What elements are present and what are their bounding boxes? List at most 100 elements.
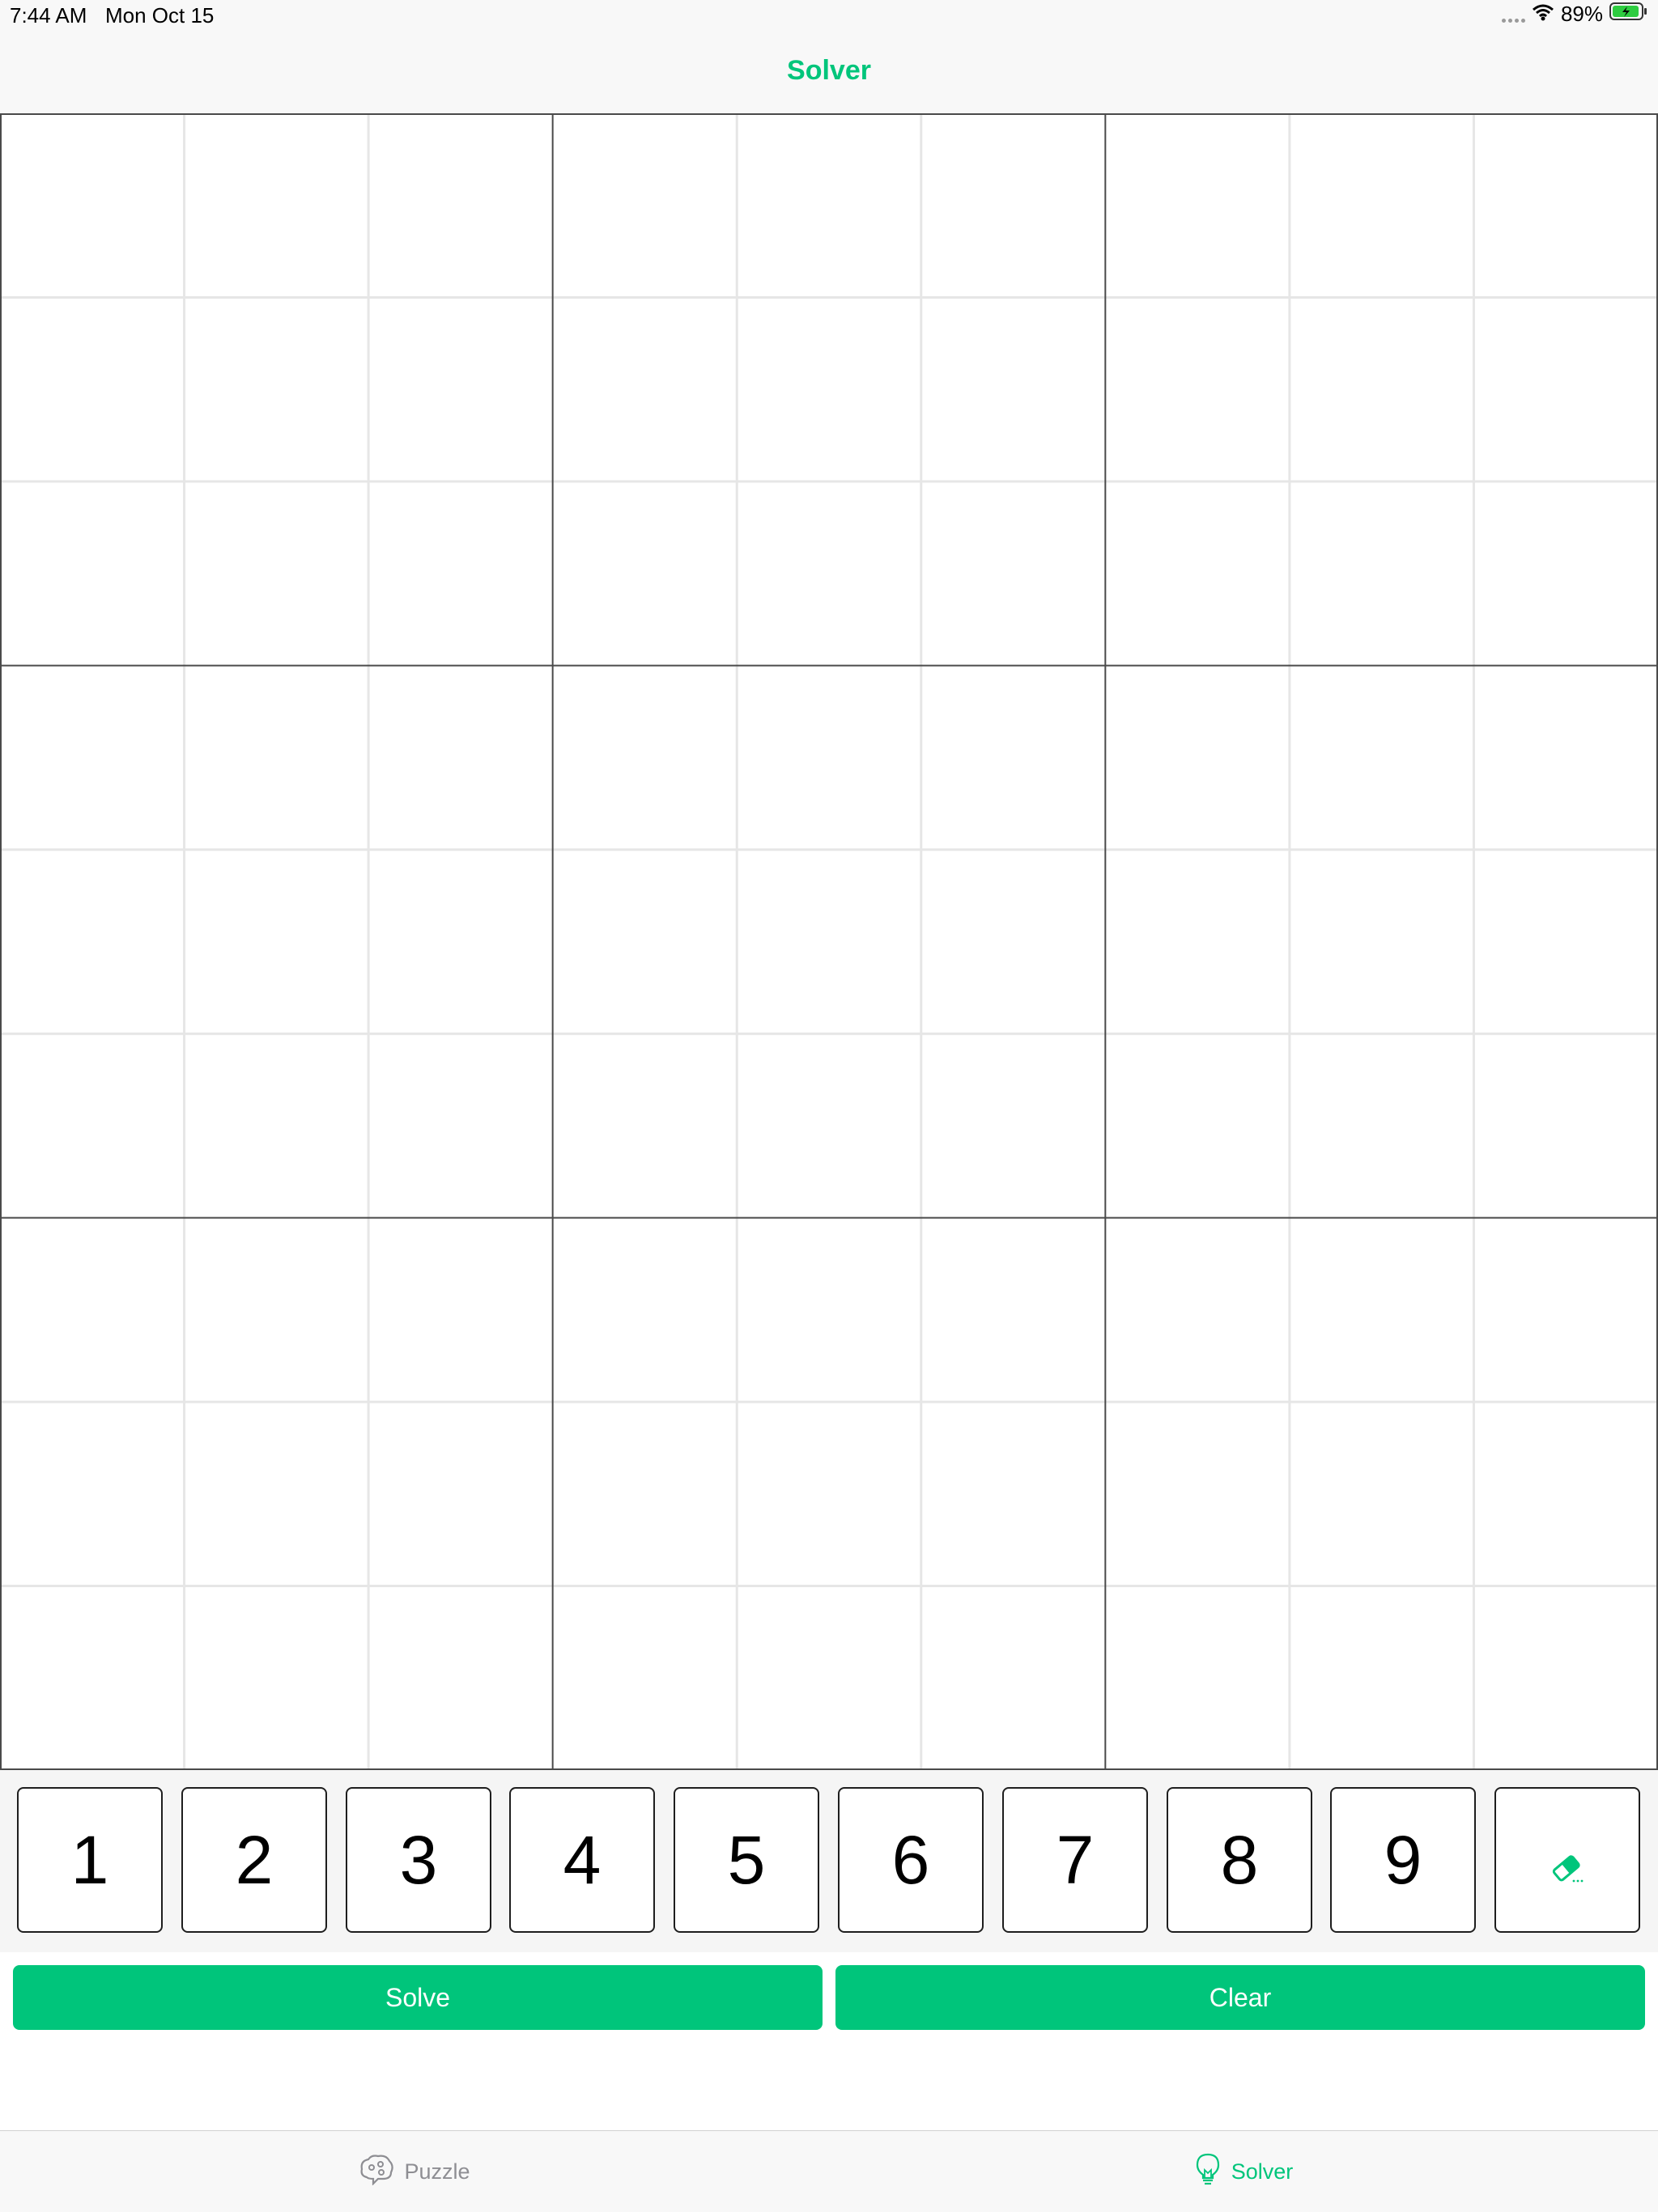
sudoku-cell[interactable] (1289, 113, 1474, 298)
sudoku-cell[interactable] (920, 297, 1106, 482)
key-2[interactable]: 2 (181, 1787, 327, 1933)
sudoku-cell[interactable] (920, 481, 1106, 666)
solve-button[interactable]: Solve (13, 1965, 823, 2030)
sudoku-cell[interactable] (920, 113, 1106, 298)
key-7[interactable]: 7 (1002, 1787, 1148, 1933)
sudoku-cell[interactable] (0, 1402, 185, 1586)
sudoku-cell[interactable] (1473, 1217, 1658, 1403)
sudoku-cell[interactable] (737, 1402, 921, 1586)
lightbulb-icon (1194, 2152, 1222, 2192)
sudoku-cell[interactable] (1289, 297, 1474, 482)
sudoku-cell[interactable] (184, 665, 369, 850)
tab-puzzle[interactable]: Puzzle (0, 2131, 829, 2212)
key-9[interactable]: 9 (1330, 1787, 1476, 1933)
sudoku-cell[interactable] (920, 1217, 1106, 1403)
sudoku-cell[interactable] (184, 1586, 369, 1770)
sudoku-cell[interactable] (552, 113, 738, 298)
sudoku-cell[interactable] (552, 665, 738, 850)
sudoku-cell[interactable] (737, 1586, 921, 1770)
sudoku-cell[interactable] (552, 1034, 738, 1218)
sudoku-cell[interactable] (1289, 481, 1474, 666)
sudoku-cell[interactable] (368, 297, 553, 482)
sudoku-cell[interactable] (184, 1217, 369, 1403)
sudoku-cell[interactable] (1105, 1586, 1290, 1770)
sudoku-cell[interactable] (1105, 297, 1290, 482)
key-5[interactable]: 5 (674, 1787, 819, 1933)
sudoku-cell[interactable] (368, 849, 553, 1034)
sudoku-cell[interactable] (552, 1217, 738, 1403)
sudoku-cell[interactable] (1105, 849, 1290, 1034)
sudoku-cell[interactable] (368, 481, 553, 666)
sudoku-cell[interactable] (737, 1034, 921, 1218)
sudoku-cell[interactable] (552, 1586, 738, 1770)
sudoku-cell[interactable] (0, 1034, 185, 1218)
sudoku-cell[interactable] (0, 113, 185, 298)
sudoku-cell[interactable] (1473, 1402, 1658, 1586)
sudoku-cell[interactable] (1473, 1586, 1658, 1770)
sudoku-cell[interactable] (552, 481, 738, 666)
sudoku-cell[interactable] (1473, 297, 1658, 482)
sudoku-cell[interactable] (1473, 481, 1658, 666)
sudoku-cell[interactable] (184, 1402, 369, 1586)
sudoku-cell[interactable] (184, 481, 369, 666)
sudoku-cell[interactable] (0, 849, 185, 1034)
sudoku-cell[interactable] (184, 113, 369, 298)
key-3[interactable]: 3 (346, 1787, 491, 1933)
status-date: Mon Oct 15 (105, 3, 215, 28)
sudoku-cell[interactable] (737, 849, 921, 1034)
sudoku-cell[interactable] (737, 1217, 921, 1403)
sudoku-cell[interactable] (920, 1034, 1106, 1218)
sudoku-cell[interactable] (1105, 665, 1290, 850)
sudoku-cell[interactable] (0, 297, 185, 482)
key-6[interactable]: 6 (838, 1787, 984, 1933)
key-4[interactable]: 4 (509, 1787, 655, 1933)
sudoku-cell[interactable] (1105, 1402, 1290, 1586)
sudoku-cell[interactable] (184, 297, 369, 482)
sudoku-cell[interactable] (184, 849, 369, 1034)
sudoku-cell[interactable] (368, 1034, 553, 1218)
sudoku-cell[interactable] (1105, 1034, 1290, 1218)
key-1[interactable]: 1 (17, 1787, 163, 1933)
sudoku-cell[interactable] (1473, 113, 1658, 298)
sudoku-cell[interactable] (737, 297, 921, 482)
sudoku-grid[interactable] (0, 113, 1658, 1770)
sudoku-cell[interactable] (1289, 1586, 1474, 1770)
sudoku-cell[interactable] (920, 665, 1106, 850)
sudoku-cell[interactable] (0, 1586, 185, 1770)
sudoku-cell[interactable] (1289, 849, 1474, 1034)
sudoku-cell[interactable] (368, 113, 553, 298)
sudoku-cell[interactable] (1473, 849, 1658, 1034)
tab-solver[interactable]: Solver (829, 2131, 1658, 2212)
sudoku-cell[interactable] (552, 1402, 738, 1586)
sudoku-cell[interactable] (920, 1586, 1106, 1770)
sudoku-cell[interactable] (920, 1402, 1106, 1586)
sudoku-cell[interactable] (552, 297, 738, 482)
erase-button[interactable] (1494, 1787, 1640, 1933)
sudoku-cell[interactable] (0, 665, 185, 850)
sudoku-cell[interactable] (1105, 113, 1290, 298)
sudoku-cell[interactable] (368, 1586, 553, 1770)
sudoku-cell[interactable] (552, 849, 738, 1034)
key-8[interactable]: 8 (1167, 1787, 1312, 1933)
sudoku-cell[interactable] (737, 113, 921, 298)
sudoku-cell[interactable] (1289, 1217, 1474, 1403)
sudoku-cell[interactable] (1473, 665, 1658, 850)
sudoku-cell[interactable] (920, 849, 1106, 1034)
sudoku-cell[interactable] (184, 1034, 369, 1218)
clear-button[interactable]: Clear (835, 1965, 1645, 2030)
eraser-icon (1550, 1821, 1585, 1900)
sudoku-cell[interactable] (0, 1217, 185, 1403)
sudoku-cell[interactable] (737, 481, 921, 666)
sudoku-cell[interactable] (1289, 1034, 1474, 1218)
sudoku-board[interactable] (0, 113, 1658, 1770)
sudoku-cell[interactable] (368, 1402, 553, 1586)
sudoku-cell[interactable] (368, 665, 553, 850)
sudoku-cell[interactable] (1473, 1034, 1658, 1218)
sudoku-cell[interactable] (368, 1217, 553, 1403)
sudoku-cell[interactable] (737, 665, 921, 850)
sudoku-cell[interactable] (1105, 481, 1290, 666)
sudoku-cell[interactable] (1289, 665, 1474, 850)
sudoku-cell[interactable] (0, 481, 185, 666)
sudoku-cell[interactable] (1289, 1402, 1474, 1586)
sudoku-cell[interactable] (1105, 1217, 1290, 1403)
